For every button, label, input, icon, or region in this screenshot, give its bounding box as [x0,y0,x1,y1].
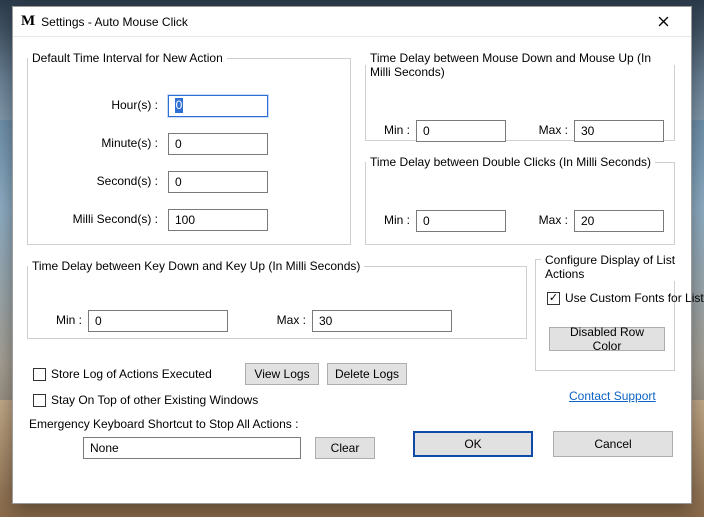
cancel-button[interactable]: Cancel [553,431,673,457]
label-key-min: Min : [48,313,82,327]
group-default-interval-title: Default Time Interval for New Action [28,51,227,65]
close-icon [658,16,669,27]
label-seconds: Second(s) : [78,174,158,188]
input-key-max[interactable] [312,310,452,332]
input-mouse-max[interactable] [574,120,664,142]
input-emergency-shortcut[interactable] [83,437,301,459]
checkbox-stay-on-top-label: Stay On Top of other Existing Windows [51,393,258,407]
label-mouse-max: Max : [528,123,568,137]
input-seconds[interactable] [168,171,268,193]
group-dblclick-delay-title: Time Delay between Double Clicks (In Mil… [366,155,655,169]
label-key-max: Max : [266,313,306,327]
group-list-display-legend: Configure Display of List Actions [541,253,691,281]
ok-button[interactable]: OK [413,431,533,457]
label-emergency-shortcut: Emergency Keyboard Shortcut to Stop All … [29,417,298,431]
checkbox-store-log[interactable]: Store Log of Actions Executed [33,367,212,381]
checkbox-stay-on-top[interactable]: Stay On Top of other Existing Windows [33,393,258,407]
input-hours[interactable] [168,95,268,117]
checkbox-store-log-label: Store Log of Actions Executed [51,367,212,381]
label-dbl-min: Min : [376,213,410,227]
group-key-delay-title: Time Delay between Key Down and Key Up (… [28,259,364,273]
close-button[interactable] [643,11,683,33]
client-area: Default Time Interval for New Action Hou… [13,37,691,503]
window-title: Settings - Auto Mouse Click [41,15,643,29]
group-default-interval: Default Time Interval for New Action Hou… [27,51,351,245]
checkbox-store-log-box [33,368,46,381]
input-dbl-min[interactable] [416,210,506,232]
input-key-min[interactable] [88,310,228,332]
clear-button[interactable]: Clear [315,437,375,459]
label-dbl-max: Max : [528,213,568,227]
input-dbl-max[interactable] [574,210,664,232]
delete-logs-button[interactable]: Delete Logs [327,363,407,385]
group-mouse-delay-title: Time Delay between Mouse Down and Mouse … [366,51,674,79]
label-minutes: Minute(s) : [78,136,158,150]
app-icon: M [21,13,35,30]
label-milliseconds: Milli Second(s) : [68,212,158,226]
input-minutes[interactable] [168,133,268,155]
group-dblclick-delay: Time Delay between Double Clicks (In Mil… [365,155,675,245]
titlebar[interactable]: M Settings - Auto Mouse Click [13,7,691,37]
label-mouse-min: Min : [376,123,410,137]
input-milliseconds[interactable] [168,209,268,231]
checkbox-custom-fonts-label: Use Custom Fonts for List of Actions [565,291,704,305]
label-hours: Hour(s) : [78,98,158,112]
group-key-delay: Time Delay between Key Down and Key Up (… [27,259,527,339]
disabled-row-color-button[interactable]: Disabled Row Color [549,327,665,351]
view-logs-button[interactable]: View Logs [245,363,319,385]
checkbox-custom-fonts[interactable]: Use Custom Fonts for List of Actions [547,291,704,305]
input-mouse-min[interactable] [416,120,506,142]
group-mouse-delay: Time Delay between Mouse Down and Mouse … [365,51,675,141]
checkbox-stay-on-top-box [33,394,46,407]
settings-window: M Settings - Auto Mouse Click Default Ti… [12,6,692,504]
checkbox-custom-fonts-box [547,292,560,305]
contact-support-link[interactable]: Contact Support [569,389,656,403]
